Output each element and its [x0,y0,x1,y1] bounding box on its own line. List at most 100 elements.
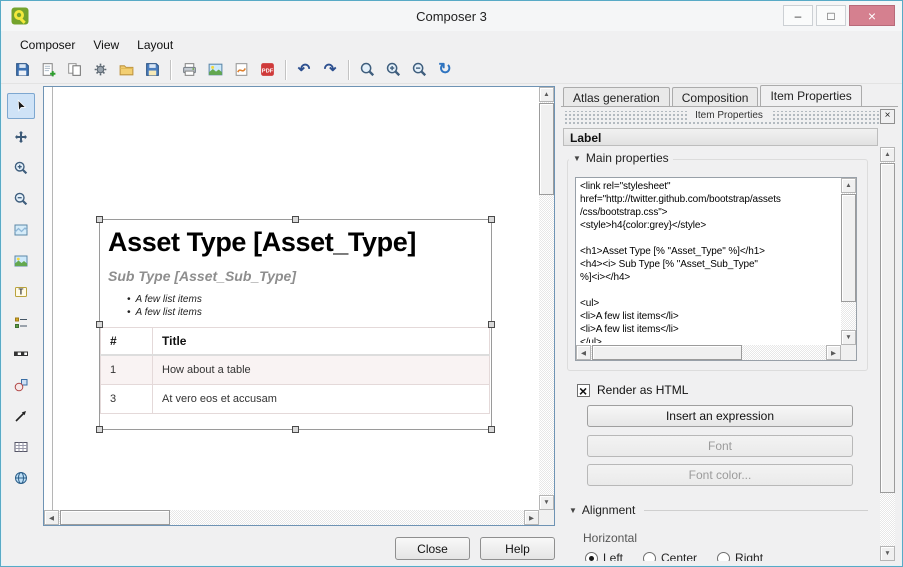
main-properties-header[interactable]: ▼ Main properties [569,151,673,165]
scroll-right-button[interactable]: ▶ [826,345,841,360]
render-as-html-checkbox[interactable] [577,384,590,397]
resize-handle[interactable] [292,216,299,223]
shapes-icon [13,377,29,393]
font-color-button[interactable]: Font color... [587,464,853,486]
select-move-item-tool[interactable] [7,93,35,119]
svg-file-icon [233,61,250,78]
tab-composition[interactable]: Composition [672,87,759,106]
window-controls: – □ × [783,5,895,26]
redo-button[interactable]: ↷ [317,57,343,82]
refresh-view-button[interactable]: ↻ [432,57,458,82]
main-toolbar: PDF ↶ ↷ ↻ [1,56,902,84]
scroll-left-button[interactable]: ◀ [576,345,591,360]
zoom-out-tool[interactable] [7,186,35,212]
close-window-button[interactable]: × [849,5,895,26]
add-html-frame-tool[interactable] [7,465,35,491]
composition-canvas[interactable]: Asset Type [Asset_Type] Sub Type [Asset_… [43,86,555,526]
export-svg-button[interactable] [228,57,254,82]
resize-handle[interactable] [96,216,103,223]
scroll-down-button[interactable]: ▼ [880,546,895,561]
add-scalebar-tool[interactable] [7,341,35,367]
scroll-down-button[interactable]: ▼ [539,495,554,510]
add-map-tool[interactable] [7,217,35,243]
canvas-vertical-scrollbar[interactable]: ▲ ▼ [539,87,554,510]
maximize-button[interactable]: □ [816,5,846,26]
label-icon: T [13,284,29,300]
alignment-radio-center[interactable]: Center [643,551,697,561]
canvas-viewport[interactable]: Asset Type [Asset_Type] Sub Type [Asset_… [44,87,539,510]
font-button[interactable]: Font [587,435,853,457]
resize-handle[interactable] [96,426,103,433]
resize-handle[interactable] [488,321,495,328]
dock-close-button[interactable]: × [880,109,895,124]
scrollbar-thumb[interactable] [539,103,554,195]
save-project-button[interactable] [9,57,35,82]
scrollbar-thumb[interactable] [60,510,170,525]
svg-text:PDF: PDF [261,68,273,74]
scroll-up-button[interactable]: ▲ [841,178,856,193]
new-page-icon [40,61,57,78]
export-image-button[interactable] [202,57,228,82]
composition-page[interactable]: Asset Type [Asset_Type] Sub Type [Asset_… [53,87,539,510]
alignment-radio-left[interactable]: Left [585,551,623,561]
menu-composer[interactable]: Composer [11,34,84,56]
editor-horizontal-scrollbar[interactable]: ◀ ▶ [576,345,841,360]
item-toolbox: T [1,85,41,566]
zoom-in-icon [385,61,402,78]
tab-atlas-generation[interactable]: Atlas generation [563,87,670,106]
add-shape-tool[interactable] [7,372,35,398]
zoom-in-tool[interactable] [7,155,35,181]
scrollbar-thumb[interactable] [841,194,856,302]
tab-item-properties[interactable]: Item Properties [760,85,861,106]
scrollbar-thumb[interactable] [592,345,742,360]
scroll-left-button[interactable]: ◀ [44,510,59,525]
add-attribute-table-tool[interactable] [7,434,35,460]
canvas-horizontal-scrollbar[interactable]: ◀ ▶ [44,510,539,525]
minimize-button[interactable]: – [783,5,813,26]
pdf-file-icon: PDF [259,61,276,78]
scrollbar-thumb[interactable] [880,163,895,493]
add-image-tool[interactable] [7,248,35,274]
menu-view[interactable]: View [84,34,128,56]
scroll-up-button[interactable]: ▲ [880,147,895,162]
dock-title: Item Properties [687,110,771,121]
close-button[interactable]: Close [395,537,470,560]
add-arrow-tool[interactable] [7,403,35,429]
scroll-right-button[interactable]: ▶ [524,510,539,525]
composer-manager-button[interactable] [87,57,113,82]
new-composer-button[interactable] [35,57,61,82]
print-button[interactable] [176,57,202,82]
html-source-text[interactable]: <link rel="stylesheet" href="http://twit… [580,180,838,343]
editor-vertical-scrollbar[interactable]: ▲ ▼ [841,178,856,345]
resize-handle[interactable] [96,321,103,328]
add-label-tool[interactable]: T [7,279,35,305]
export-pdf-button[interactable]: PDF [254,57,280,82]
collapse-arrow-icon: ▼ [569,506,577,515]
alignment-radio-right[interactable]: Right [717,551,763,561]
menu-layout[interactable]: Layout [128,34,182,56]
label-item[interactable]: Asset Type [Asset_Type] Sub Type [Asset_… [99,219,492,430]
move-item-content-tool[interactable] [7,124,35,150]
duplicate-composer-button[interactable] [61,57,87,82]
dock-titlebar[interactable]: Item Properties × [564,111,894,124]
undo-button[interactable]: ↶ [291,57,317,82]
add-legend-tool[interactable] [7,310,35,336]
panel-vertical-scrollbar[interactable]: ▲ ▼ [880,147,895,561]
load-template-button[interactable] [113,57,139,82]
zoom-full-button[interactable] [354,57,380,82]
insert-expression-button[interactable]: Insert an expression [587,405,853,427]
titlebar[interactable]: Composer 3 – □ × [1,1,902,31]
zoom-out-button[interactable] [406,57,432,82]
html-source-editor[interactable]: <link rel="stylesheet" href="http://twit… [575,177,857,361]
scroll-down-button[interactable]: ▼ [841,330,856,345]
resize-handle[interactable] [292,426,299,433]
help-button[interactable]: Help [480,537,555,560]
save-template-button[interactable] [139,57,165,82]
scroll-up-button[interactable]: ▲ [539,87,554,102]
zoom-in-button[interactable] [380,57,406,82]
move-arrows-icon [13,129,29,145]
resize-handle[interactable] [488,216,495,223]
resize-handle[interactable] [488,426,495,433]
table-row: 3 At vero eos et accusam [101,385,490,414]
alignment-header[interactable]: ▼ Alignment [569,503,868,517]
